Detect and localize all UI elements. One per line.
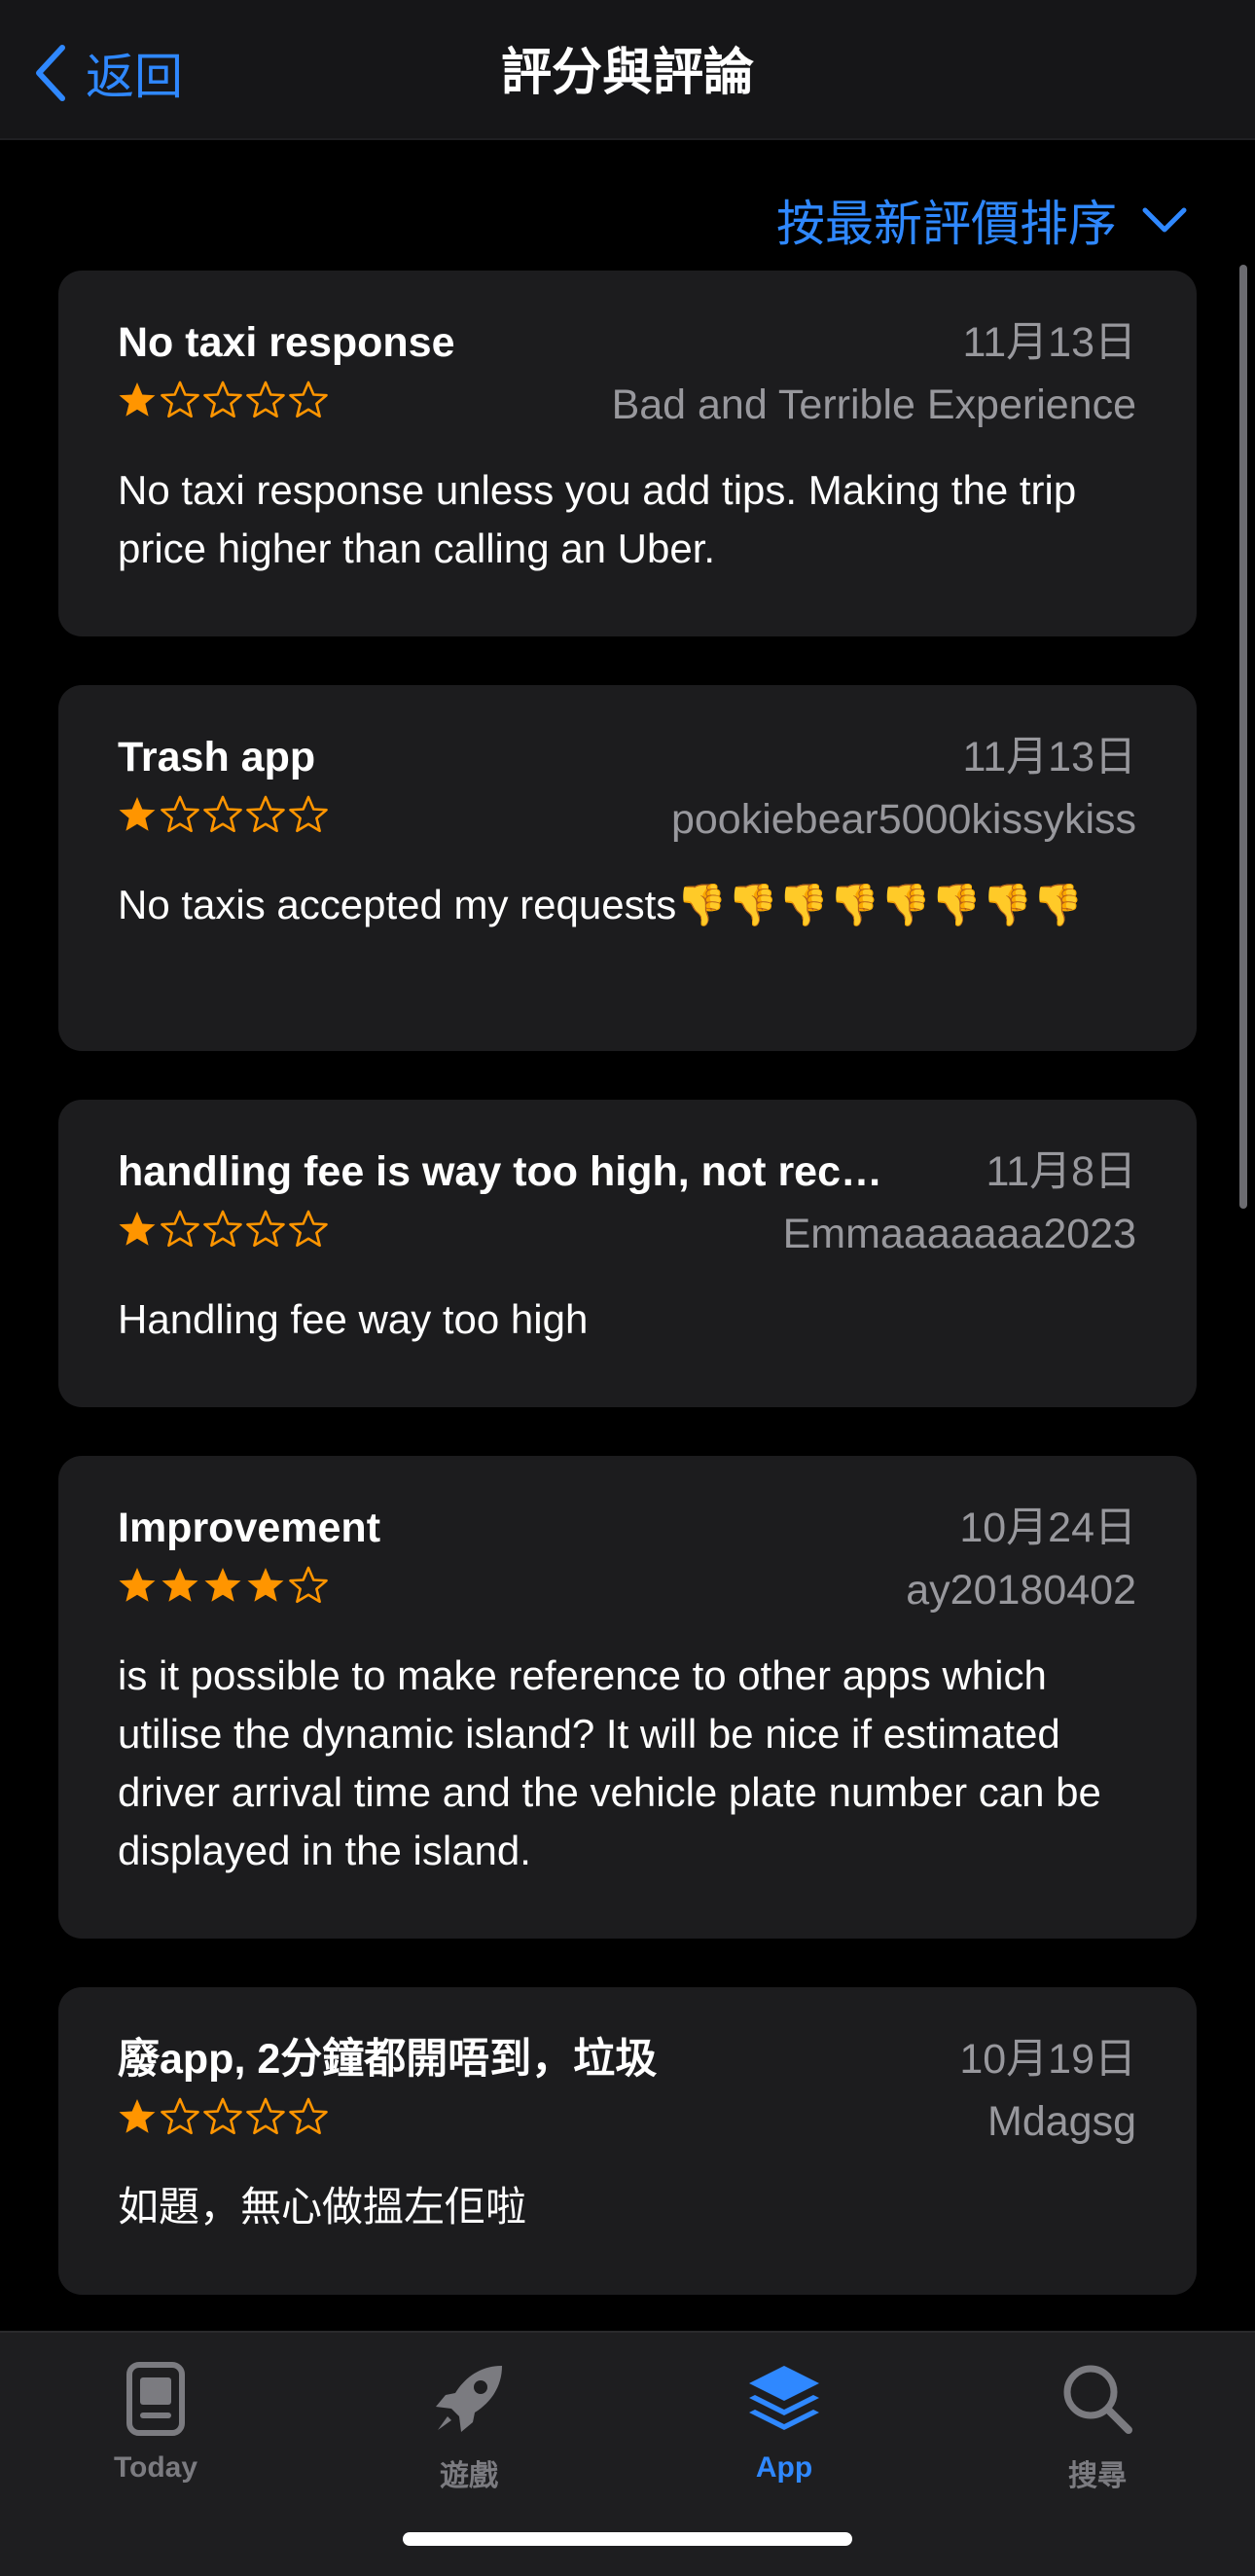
star-rating xyxy=(117,794,329,837)
star-empty-icon xyxy=(289,1210,328,1248)
star-empty-icon xyxy=(246,381,285,418)
review-author: pookiebear5000kissykiss xyxy=(670,796,1136,843)
sort-dropdown[interactable]: 按最新評價排序 xyxy=(776,183,1187,257)
review-author: Bad and Terrible Experience xyxy=(611,381,1136,428)
tab-label: 遊戲 xyxy=(440,2460,498,2492)
star-rating xyxy=(117,2096,329,2139)
review-body: 如題，無心做搵左佢啦 xyxy=(118,2184,527,2230)
review-date: 11月13日 xyxy=(962,319,1136,366)
star-filled-icon xyxy=(204,1568,241,1602)
review-card[interactable]: 廢app, 2分鐘都開唔到，垃圾 10月19日 Mdagsg 如題，無心做搵左佢… xyxy=(58,1987,1197,2295)
review-card[interactable]: No taxi response 11月13日 Bad and Terrible… xyxy=(58,271,1197,636)
review-body: No taxis accepted my requests👎👎👎👎👎👎👎👎 xyxy=(118,882,1084,927)
star-filled-icon xyxy=(119,797,156,831)
review-author: Mdagsg xyxy=(987,2098,1136,2145)
star-empty-icon xyxy=(161,1210,199,1248)
star-empty-icon xyxy=(289,1566,328,1604)
scrollbar[interactable] xyxy=(1239,265,1247,1209)
star-rating xyxy=(117,380,329,422)
star-empty-icon xyxy=(203,795,242,833)
review-title: Improvement xyxy=(118,1505,381,1551)
star-filled-icon xyxy=(247,1568,284,1602)
review-body: Handling fee way too high xyxy=(118,1296,589,1342)
review-date: 10月19日 xyxy=(959,2036,1136,2083)
chevron-down-icon xyxy=(1142,207,1187,233)
star-rating xyxy=(117,1209,329,1252)
review-date: 10月24日 xyxy=(959,1505,1136,1551)
star-filled-icon xyxy=(161,1568,198,1602)
star-filled-icon xyxy=(119,382,156,417)
tab-today[interactable]: Today xyxy=(58,2350,253,2496)
navigation-bar: 返回 評分與評論 xyxy=(0,0,1255,140)
review-title: No taxi response xyxy=(118,319,455,366)
today-icon xyxy=(126,2362,185,2436)
star-empty-icon xyxy=(161,381,199,418)
star-filled-icon xyxy=(119,1212,156,1246)
star-empty-icon xyxy=(246,2097,285,2135)
star-empty-icon xyxy=(161,2097,199,2135)
star-empty-icon xyxy=(246,795,285,833)
sort-label: 按最新評價排序 xyxy=(776,197,1117,251)
star-empty-icon xyxy=(203,1210,242,1248)
star-filled-icon xyxy=(119,1568,156,1602)
star-empty-icon xyxy=(289,2097,328,2135)
review-title: 廢app, 2分鐘都開唔到，垃圾 xyxy=(118,2036,658,2083)
search-icon xyxy=(1063,2365,1132,2434)
star-empty-icon xyxy=(203,2097,242,2135)
tab-label: Today xyxy=(113,2451,198,2484)
review-body: No taxi response unless you add tips. Ma… xyxy=(118,467,1077,571)
review-body: is it possible to make reference to othe… xyxy=(118,1652,1101,1873)
tab-search[interactable]: 搜尋 xyxy=(1000,2350,1195,2496)
tab-label: App xyxy=(755,2451,813,2484)
star-filled-icon xyxy=(119,2099,156,2133)
star-empty-icon xyxy=(203,381,242,418)
review-card[interactable]: Trash app 11月13日 pookiebear5000kissykiss… xyxy=(58,685,1197,1051)
review-author: Emmaaaaaaa2023 xyxy=(782,1211,1136,1257)
star-empty-icon xyxy=(289,381,328,418)
review-date: 11月8日 xyxy=(986,1148,1136,1195)
star-empty-icon xyxy=(289,795,328,833)
review-card[interactable]: handling fee is way too high, not reco..… xyxy=(58,1100,1197,1407)
star-empty-icon xyxy=(161,795,199,833)
review-title: Trash app xyxy=(118,734,316,780)
review-author: ay20180402 xyxy=(906,1567,1136,1614)
tab-label: 搜尋 xyxy=(1068,2460,1127,2492)
page-title: 評分與評論 xyxy=(500,45,754,101)
star-rating xyxy=(117,1565,329,1608)
home-indicator[interactable] xyxy=(403,2532,852,2546)
rocket-icon xyxy=(436,2366,502,2432)
star-empty-icon xyxy=(246,1210,285,1248)
review-card[interactable]: Improvement 10月24日 ay20180402 is it poss… xyxy=(58,1456,1197,1939)
tab-apps[interactable]: App xyxy=(687,2350,881,2496)
apps-stack-icon xyxy=(749,2366,819,2430)
tab-games[interactable]: 遊戲 xyxy=(372,2350,566,2496)
review-date: 11月13日 xyxy=(962,734,1136,780)
review-title: handling fee is way too high, not reco..… xyxy=(118,1148,886,1195)
